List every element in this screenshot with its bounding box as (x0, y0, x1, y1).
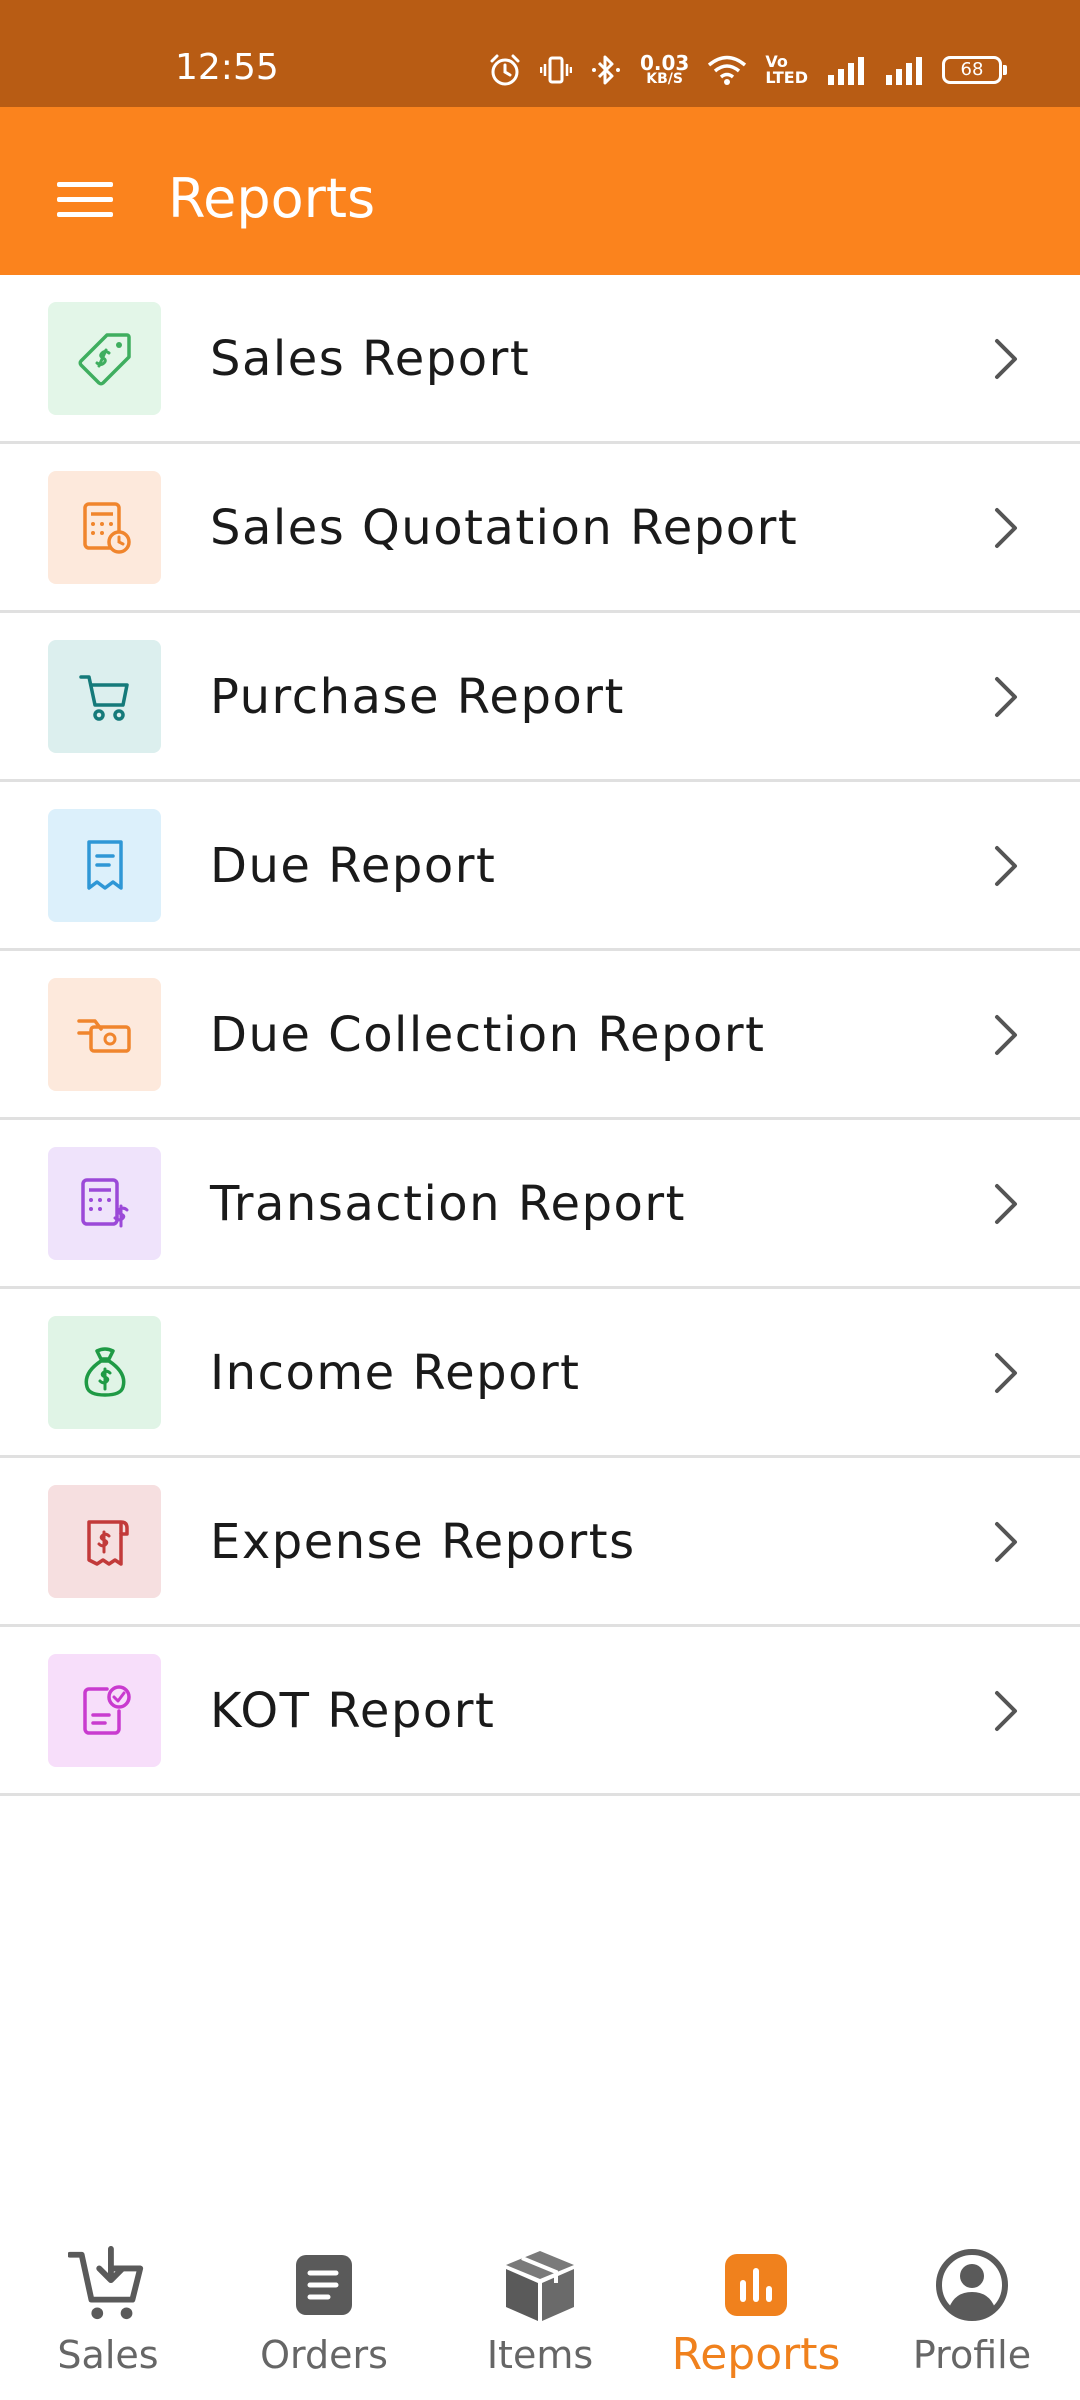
chevron-right-icon (995, 1184, 1017, 1224)
report-label: Income Report (210, 1345, 581, 1401)
calculator-dollar-icon (80, 1177, 128, 1227)
nav-item-orders[interactable]: Orders (216, 2220, 432, 2400)
nav-icon (500, 2245, 580, 2325)
report-item-kot[interactable]: KOT Report (0, 1627, 1080, 1796)
bottom-navigation: Sales Orders Items Reports Profile (0, 2220, 1080, 2400)
signal-icon-sim2 (886, 57, 922, 85)
report-icon-tile (48, 1316, 161, 1429)
checklist-icon (82, 1684, 131, 1735)
nav-label: Reports (671, 2329, 841, 2380)
box-icon (506, 2251, 574, 2321)
report-item-expense[interactable]: Expense Reports (0, 1458, 1080, 1627)
status-bar: 12:55 0.03 KB/S Vo LTED 68 (0, 0, 1080, 107)
cash-hand-icon (76, 1018, 131, 1053)
report-label: Due Collection Report (210, 1007, 766, 1063)
nav-icon (284, 2245, 364, 2325)
nav-label: Profile (912, 2333, 1032, 2377)
bar-chart-icon (725, 2254, 787, 2316)
wifi-icon (708, 55, 747, 85)
hamburger-menu-icon (57, 182, 113, 217)
vibrate-icon (539, 56, 572, 84)
nav-item-items[interactable]: Items (432, 2220, 648, 2400)
chevron-right-icon (995, 339, 1017, 379)
nav-item-sales[interactable]: Sales (0, 2220, 216, 2400)
nav-label: Orders (260, 2333, 388, 2377)
report-item-transaction[interactable]: Transaction Report (0, 1120, 1080, 1289)
nav-label: Items (486, 2333, 594, 2377)
report-icon-tile (48, 302, 161, 415)
document-list-icon (296, 2255, 352, 2315)
report-label: KOT Report (210, 1683, 496, 1739)
volte-indicator: Vo LTED (765, 54, 808, 86)
report-item-due-collection[interactable]: Due Collection Report (0, 951, 1080, 1120)
nav-item-profile[interactable]: Profile (864, 2220, 1080, 2400)
report-icon-tile (48, 978, 161, 1091)
volte-bottom: LTED (765, 68, 808, 87)
user-circle-icon (936, 2249, 1008, 2321)
chevron-right-icon (995, 677, 1017, 717)
chevron-right-icon (995, 508, 1017, 548)
report-icon-tile (48, 1147, 161, 1260)
bluetooth-icon (591, 55, 620, 85)
report-item-due[interactable]: Due Report (0, 782, 1080, 951)
nav-item-reports[interactable]: Reports (648, 2220, 864, 2400)
report-list: Sales Report Sales Quotation Report Purc… (0, 275, 1080, 1796)
chevron-right-icon (995, 1353, 1017, 1393)
reports-screen: 12:55 0.03 KB/S Vo LTED 68 Reports Sales… (0, 0, 1080, 2400)
network-speed-value: 0.03 (639, 51, 690, 75)
nav-icon (716, 2245, 796, 2325)
chevron-right-icon (995, 1522, 1017, 1562)
nav-icon (932, 2245, 1012, 2325)
chevron-right-icon (995, 1015, 1017, 1055)
menu-button[interactable] (40, 155, 130, 245)
calculator-clock-icon (82, 501, 131, 554)
receipt-icon (86, 839, 123, 890)
cart-download-icon (68, 2246, 144, 2320)
report-label: Sales Report (210, 331, 531, 387)
signal-icon-sim1 (828, 57, 864, 85)
alarm-icon (490, 54, 520, 86)
shopping-cart-icon (78, 674, 129, 721)
report-icon-tile (48, 471, 161, 584)
page-title: Reports (168, 167, 376, 230)
network-speed-unit: KB/S (646, 71, 683, 87)
report-icon-tile (48, 1485, 161, 1598)
report-label: Due Report (210, 838, 497, 894)
report-label: Transaction Report (210, 1176, 686, 1232)
report-icon-tile (48, 640, 161, 753)
status-icons: 0.03 KB/S Vo LTED 68 (488, 50, 1007, 90)
chevron-right-icon (995, 846, 1017, 886)
report-item-sales-quotation[interactable]: Sales Quotation Report (0, 444, 1080, 613)
price-tag-icon (78, 332, 131, 385)
money-bag-icon (84, 1346, 125, 1397)
app-bar: Reports (0, 107, 1080, 275)
nav-icon (68, 2245, 148, 2325)
nav-label: Sales (57, 2333, 159, 2377)
report-label: Expense Reports (210, 1514, 636, 1570)
status-time: 12:55 (175, 47, 279, 88)
battery-indicator: 68 (942, 56, 1007, 84)
bill-dollar-icon (86, 1519, 129, 1566)
report-item-income[interactable]: Income Report (0, 1289, 1080, 1458)
report-label: Sales Quotation Report (210, 500, 799, 556)
report-item-purchase[interactable]: Purchase Report (0, 613, 1080, 782)
report-icon-tile (48, 809, 161, 922)
report-label: Purchase Report (210, 669, 625, 725)
network-speed: 0.03 KB/S (639, 51, 690, 87)
report-item-sales[interactable]: Sales Report (0, 275, 1080, 444)
report-icon-tile (48, 1654, 161, 1767)
chevron-right-icon (995, 1691, 1017, 1731)
